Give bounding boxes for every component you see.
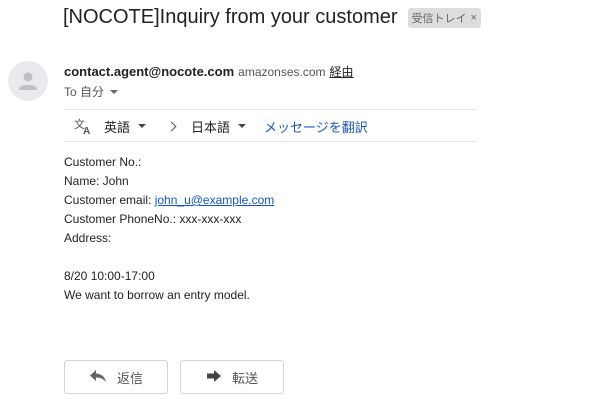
chevron-down-icon — [110, 89, 119, 94]
message-body: Customer No.: Name: John Customer email:… — [64, 153, 274, 305]
subject-row: [NOCOTE]Inquiry from your customer 受信トレイ… — [63, 6, 481, 29]
chevron-down-icon — [138, 124, 147, 128]
divider — [64, 109, 476, 110]
body-line: Address: — [64, 231, 112, 245]
body-line: 8/20 10:00-17:00 — [64, 269, 155, 283]
source-language-select[interactable]: 英語 — [104, 117, 147, 136]
remove-label-icon[interactable]: × — [471, 12, 477, 24]
reply-button[interactable]: 返信 — [64, 360, 168, 394]
body-line: Name: John — [64, 174, 129, 188]
target-language-label: 日本語 — [191, 119, 231, 135]
forward-label: 転送 — [231, 370, 258, 386]
divider — [64, 141, 476, 142]
body-line-email: Customer email: john_u@example.com — [64, 191, 274, 210]
body-line: Customer PhoneNo.: xxx-xxx-xxx — [64, 212, 242, 226]
svg-text:A: A — [83, 126, 90, 135]
person-icon — [19, 72, 37, 90]
chevron-right-icon — [166, 121, 177, 131]
avatar[interactable] — [8, 61, 48, 101]
translate-message-link[interactable]: メッセージを翻訳 — [264, 117, 368, 136]
body-line: We want to borrow an entry model. — [64, 288, 250, 302]
body-email-label: Customer email: — [64, 193, 155, 207]
reply-icon — [89, 369, 107, 386]
recipient-label: To 自分 — [64, 85, 105, 99]
body-line: Customer No.: — [64, 155, 142, 169]
sender-row: contact.agent@nocote.com amazonses.com 経… — [64, 63, 354, 80]
email-subject: [NOCOTE]Inquiry from your customer — [63, 6, 398, 28]
recipient-details-toggle[interactable]: To 自分 — [64, 83, 119, 100]
sender-via-domain: amazonses.com — [238, 65, 326, 79]
chevron-down-icon — [238, 124, 247, 128]
translate-icon: 文 A — [74, 117, 94, 137]
customer-email-link[interactable]: john_u@example.com — [155, 193, 275, 207]
forward-icon — [206, 369, 222, 386]
sender-email[interactable]: contact.agent@nocote.com — [64, 64, 234, 79]
source-language-label: 英語 — [104, 119, 131, 135]
via-link[interactable]: 経由 — [330, 63, 354, 80]
translate-bar: 文 A 英語 日本語 メッセージを翻訳 — [74, 116, 368, 137]
forward-button[interactable]: 転送 — [180, 360, 284, 394]
reply-label: 返信 — [116, 370, 143, 386]
inbox-label-chip: 受信トレイ × — [407, 7, 481, 28]
inbox-label-text: 受信トレイ — [411, 12, 467, 25]
body-line — [64, 248, 274, 267]
target-language-select[interactable]: 日本語 — [191, 117, 247, 136]
